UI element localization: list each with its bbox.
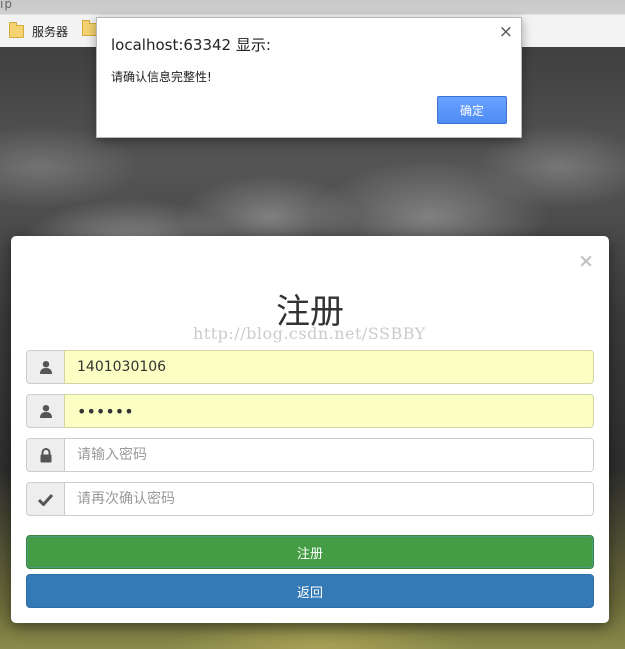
alert-ok-button[interactable]: 确定 <box>437 96 507 124</box>
alert-title: localhost:63342 显示: <box>111 36 271 54</box>
confirm-password-group <box>26 482 594 516</box>
bookmark-label: 服务器 <box>32 25 69 39</box>
register-button[interactable]: 注册 <box>26 535 594 569</box>
back-button[interactable]: 返回 <box>26 574 594 608</box>
new-password-group <box>26 438 594 472</box>
address-bar-fragment: ip <box>0 0 13 11</box>
folder-icon <box>9 22 24 38</box>
new-password-input[interactable] <box>64 438 594 472</box>
modal-close-button[interactable]: × <box>578 250 594 272</box>
username-group <box>26 350 594 384</box>
alert-close-button[interactable]: × <box>499 22 513 42</box>
password-group <box>26 394 594 428</box>
check-icon <box>26 482 64 516</box>
user-icon <box>26 394 64 428</box>
register-modal: × 注册 http://blog.csdn.net/SSBBY 14010301… <box>11 236 609 623</box>
alert-dialog: localhost:63342 显示: × 请确认信息完整性! 确定 <box>96 17 522 138</box>
confirm-password-input[interactable] <box>64 482 594 516</box>
page: ip 服务器 × 注册 http://blog.csdn.net/SSBBY 1… <box>0 0 625 649</box>
bookmark-server[interactable]: 服务器 <box>9 22 69 40</box>
username-input[interactable] <box>64 350 594 384</box>
password-input[interactable] <box>64 394 594 428</box>
modal-title: 注册 <box>276 292 344 332</box>
alert-message: 请确认信息完整性! <box>111 70 212 84</box>
user-icon <box>26 350 64 384</box>
folder-icon <box>82 20 97 36</box>
lock-icon <box>26 438 64 472</box>
